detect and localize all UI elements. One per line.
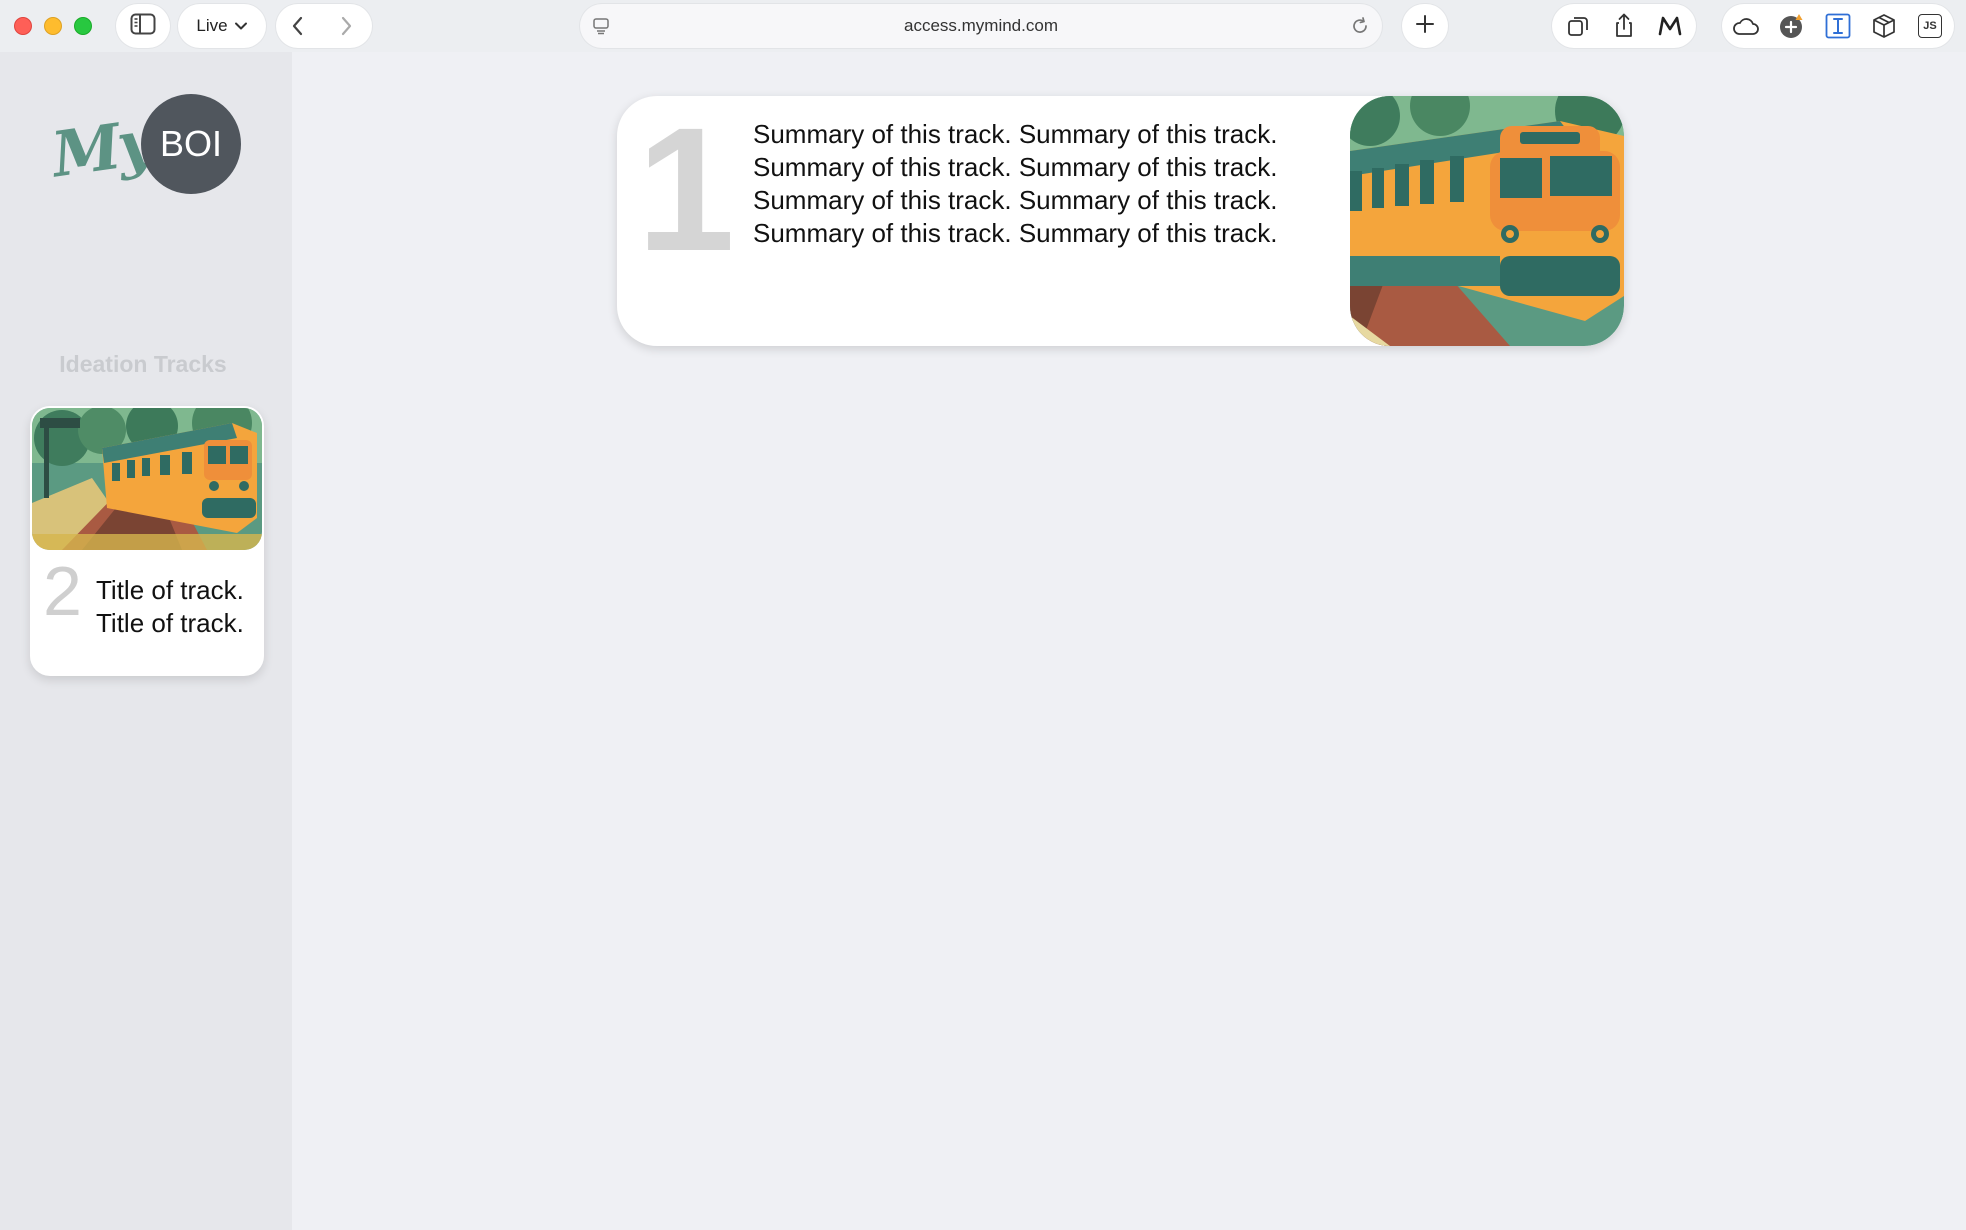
sidebar-toggle-button[interactable] <box>116 4 170 48</box>
chevron-left-icon <box>291 15 305 37</box>
track-title: Title of track. Title of track. <box>96 575 244 638</box>
app-sidebar: My BOI Ideation Tracks 2 Title of track.… <box>0 52 292 1230</box>
tabs-icon <box>1566 14 1590 38</box>
url-text: access.mymind.com <box>904 16 1058 35</box>
mymind-extension-button[interactable] <box>1650 6 1690 46</box>
track-detail-card[interactable]: 1 Summary of this track. Summary of this… <box>617 96 1624 346</box>
new-tab-button[interactable] <box>1402 4 1448 48</box>
share-button[interactable] <box>1604 6 1644 46</box>
browser-toolbar: Live access.mymind.com JS <box>0 0 1966 52</box>
close-window-button[interactable] <box>14 17 32 35</box>
live-dropdown[interactable]: Live <box>178 4 266 48</box>
back-button[interactable] <box>278 6 318 46</box>
zoom-window-button[interactable] <box>74 17 92 35</box>
section-title: Ideation Tracks <box>59 351 227 377</box>
toolbar-group-actions <box>1552 4 1696 48</box>
live-label: Live <box>196 16 228 35</box>
javascript-extension-button[interactable]: JS <box>1910 6 1950 46</box>
train-illustration <box>32 408 262 550</box>
tab-overview-button[interactable] <box>1558 6 1598 46</box>
navigation-buttons <box>276 4 372 48</box>
track-summary: Summary of this track. Summary of this t… <box>753 119 1278 248</box>
chevron-right-icon <box>339 15 353 37</box>
avatar[interactable]: BOI <box>141 94 241 194</box>
cube-icon <box>1871 13 1897 39</box>
add-extension-button[interactable] <box>1772 6 1812 46</box>
mymind-m-icon <box>1657 15 1683 37</box>
app-logo[interactable]: My <box>47 105 155 191</box>
js-badge-icon: JS <box>1918 14 1942 38</box>
cloud-extension-button[interactable] <box>1726 6 1766 46</box>
box-extension-button[interactable] <box>1864 6 1904 46</box>
share-icon <box>1613 13 1635 39</box>
address-bar[interactable]: access.mymind.com <box>580 4 1382 48</box>
forward-button[interactable] <box>326 6 366 46</box>
track-number: 2 <box>43 552 82 630</box>
track-card[interactable]: 2 Title of track. Title of track. <box>30 406 264 676</box>
avatar-initials: BOI <box>159 123 222 164</box>
instapaper-extension-button[interactable] <box>1818 6 1858 46</box>
chevron-down-icon <box>234 16 248 36</box>
cloud-icon <box>1732 16 1760 36</box>
plus-circle-icon <box>1778 12 1806 40</box>
toolbar-group-extensions: JS <box>1722 4 1954 48</box>
plus-icon <box>1415 14 1435 39</box>
minimize-window-button[interactable] <box>44 17 62 35</box>
track-number: 1 <box>637 96 735 288</box>
reload-icon[interactable] <box>1350 16 1370 41</box>
instapaper-i-icon <box>1825 13 1851 39</box>
sidebar-icon <box>130 13 156 40</box>
train-illustration <box>1350 96 1624 346</box>
